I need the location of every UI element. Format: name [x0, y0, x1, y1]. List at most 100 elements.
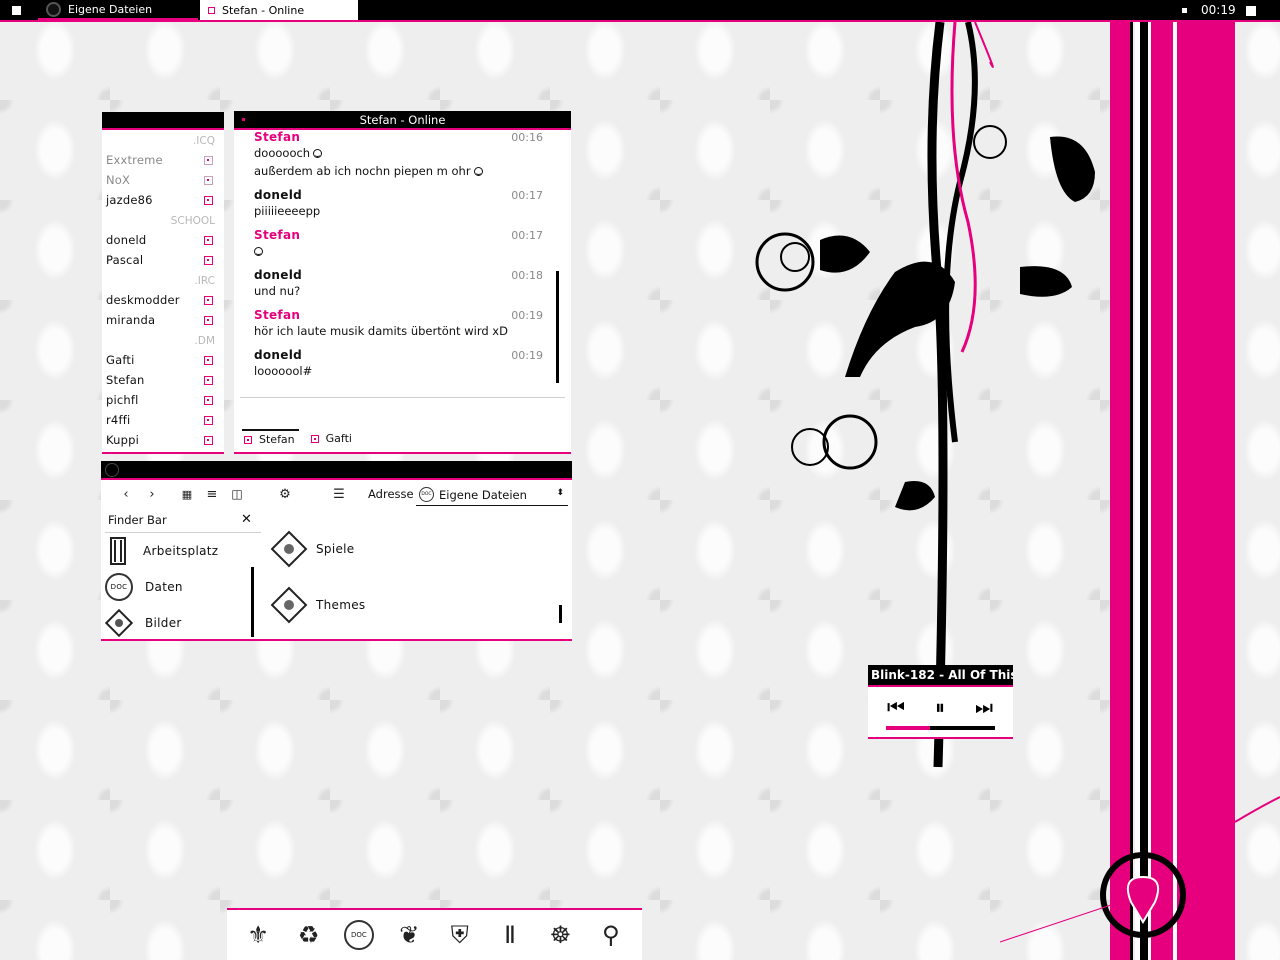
message-nick: Stefan — [254, 130, 301, 144]
doc-icon[interactable]: DOC — [343, 918, 374, 952]
contact-item[interactable]: jazde86 — [102, 190, 224, 210]
message-log[interactable]: Stefan 00:16 doooooch außerdem ab ich noc… — [234, 130, 571, 380]
message-nick: Stefan — [254, 308, 301, 322]
contact-item[interactable]: NoX — [102, 170, 224, 190]
group-header[interactable]: .IRC — [102, 270, 224, 290]
message-time: 00:19 — [511, 349, 543, 362]
tab-gafti[interactable]: Gafti — [309, 429, 356, 448]
next-button[interactable]: ⏭ — [972, 695, 996, 719]
doc-badge: DOC — [343, 920, 374, 950]
forward-button[interactable]: › — [145, 483, 159, 505]
gear-icon[interactable]: ⚙ — [277, 483, 293, 505]
contact-item[interactable]: deskmodder — [102, 290, 224, 310]
finder-item-label: Arbeitsplatz — [143, 544, 219, 558]
columns-icon[interactable]: Ⅱ — [495, 918, 525, 952]
content-scrollbar[interactable] — [559, 605, 562, 623]
status-icon — [204, 255, 213, 265]
close-icon[interactable]: ✕ — [241, 512, 252, 527]
pause-button[interactable]: ⏸ — [928, 695, 952, 719]
progress-bar[interactable] — [886, 726, 995, 730]
finder-item-bilder[interactable]: Bilder — [105, 606, 255, 640]
contact-item[interactable]: Gafti — [102, 350, 224, 370]
contact-name: doneld — [106, 233, 147, 247]
finder-item-arbeitsplatz[interactable]: Arbeitsplatz — [105, 534, 255, 568]
tab-label: Stefan — [259, 433, 295, 446]
finder-item-label: Bilder — [145, 616, 182, 630]
finder-item-daten[interactable]: DOC Daten — [105, 570, 255, 604]
contact-name: miranda — [106, 313, 156, 327]
tab-label: Gafti — [325, 432, 352, 445]
status-icon — [244, 435, 252, 444]
window-menu-icon[interactable] — [242, 118, 245, 121]
chat-window-icon — [208, 6, 215, 14]
smiley-icon — [254, 247, 263, 256]
folder-item-label: Spiele — [316, 542, 355, 556]
contact-item[interactable]: Exxtreme — [102, 150, 224, 170]
progress-fill — [886, 726, 930, 730]
lily-icon[interactable]: ⚜ — [243, 918, 273, 952]
explorer-window: ‹ › ▦ ≡ ◫ ⚙ ☰ Adresse DOC Eigene Dateien… — [101, 461, 572, 641]
contact-item[interactable]: doneld — [102, 230, 224, 250]
task-chat-stefan[interactable]: Stefan - Online — [200, 0, 358, 20]
list-view-button[interactable]: ≡ — [204, 483, 220, 505]
dropdown-arrow-icon: ⬍ — [556, 488, 564, 498]
group-header[interactable]: SCHOOL — [102, 210, 224, 230]
status-icon — [204, 295, 213, 305]
folder-item-themes[interactable]: Themes — [270, 586, 366, 624]
media-player: Blink-182 - All Of This ⏮ ⏸ ⏭ — [868, 665, 1013, 739]
contact-list-titlebar[interactable] — [102, 112, 224, 130]
folder-item-spiele[interactable]: Spiele — [270, 530, 355, 568]
contact-name: pichfl — [106, 393, 139, 407]
contact-item[interactable]: pichfl — [102, 390, 224, 410]
contact-name: jazde86 — [106, 193, 153, 207]
contact-item[interactable]: miranda — [102, 310, 224, 330]
message: doneld 00:19 looooool# — [234, 348, 571, 380]
contact-item[interactable]: Kuppi — [102, 430, 224, 450]
status-icon — [204, 195, 213, 205]
start-button[interactable] — [12, 6, 21, 15]
message-scrollbar[interactable] — [556, 271, 559, 383]
tab-stefan[interactable]: Stefan — [242, 429, 299, 448]
group-header[interactable]: .DM — [102, 330, 224, 350]
message-time: 00:16 — [511, 131, 543, 144]
message-time: 00:17 — [511, 189, 543, 202]
arrange-icon[interactable]: ☰ — [331, 483, 347, 505]
doc-icon: DOC — [105, 573, 133, 601]
emblem-icon[interactable]: ☸ — [545, 918, 575, 952]
status-icon — [204, 355, 213, 365]
contact-item[interactable]: r4ffi — [102, 410, 224, 430]
recycle-icon[interactable]: ♻ — [294, 918, 324, 952]
keyhole-icon[interactable]: ⚲ — [596, 918, 626, 952]
contact-name: Pascal — [106, 253, 144, 267]
contact-item[interactable]: Stefan — [102, 370, 224, 390]
group-header[interactable]: .ICQ — [102, 130, 224, 150]
contact-name: Gafti — [106, 353, 135, 367]
message-time: 00:18 — [511, 269, 543, 282]
icon-view-button[interactable]: ▦ — [179, 483, 195, 505]
back-button[interactable]: ‹ — [119, 483, 133, 505]
columns-view-button[interactable]: ◫ — [229, 483, 245, 505]
chat-tabs: Stefan Gafti — [242, 429, 356, 448]
address-dropdown[interactable]: DOC Eigene Dateien ⬍ — [416, 484, 568, 506]
chat-titlebar[interactable]: Stefan - Online — [234, 111, 571, 130]
show-desktop-button[interactable] — [1246, 6, 1256, 16]
status-icon — [204, 435, 213, 445]
finder-bar-title: Finder Bar — [105, 513, 261, 533]
status-icon — [204, 155, 213, 165]
message-nick: doneld — [254, 348, 303, 362]
task-eigene-dateien[interactable]: Eigene Dateien — [38, 0, 198, 20]
message-text: looooool# — [254, 364, 313, 378]
contact-list-window: .ICQ Exxtreme NoX jazde86 SCHOOL doneld … — [102, 112, 224, 454]
previous-button[interactable]: ⏮ — [884, 695, 908, 719]
finder-scrollbar[interactable] — [251, 567, 254, 637]
folder-item-label: Themes — [316, 598, 366, 612]
wallpaper-art — [755, 22, 1280, 960]
n-crest-icon[interactable]: ❦ — [394, 918, 424, 952]
explorer-titlebar[interactable] — [101, 461, 572, 480]
address-label: Adresse — [368, 487, 414, 501]
contact-item[interactable]: Pascal — [102, 250, 224, 270]
message: Stefan 00:17 — [234, 228, 571, 260]
message: doneld 00:18 und nu? — [234, 268, 571, 300]
tray-icon[interactable] — [1182, 8, 1187, 13]
shield-icon[interactable]: ⛨ — [445, 918, 475, 952]
